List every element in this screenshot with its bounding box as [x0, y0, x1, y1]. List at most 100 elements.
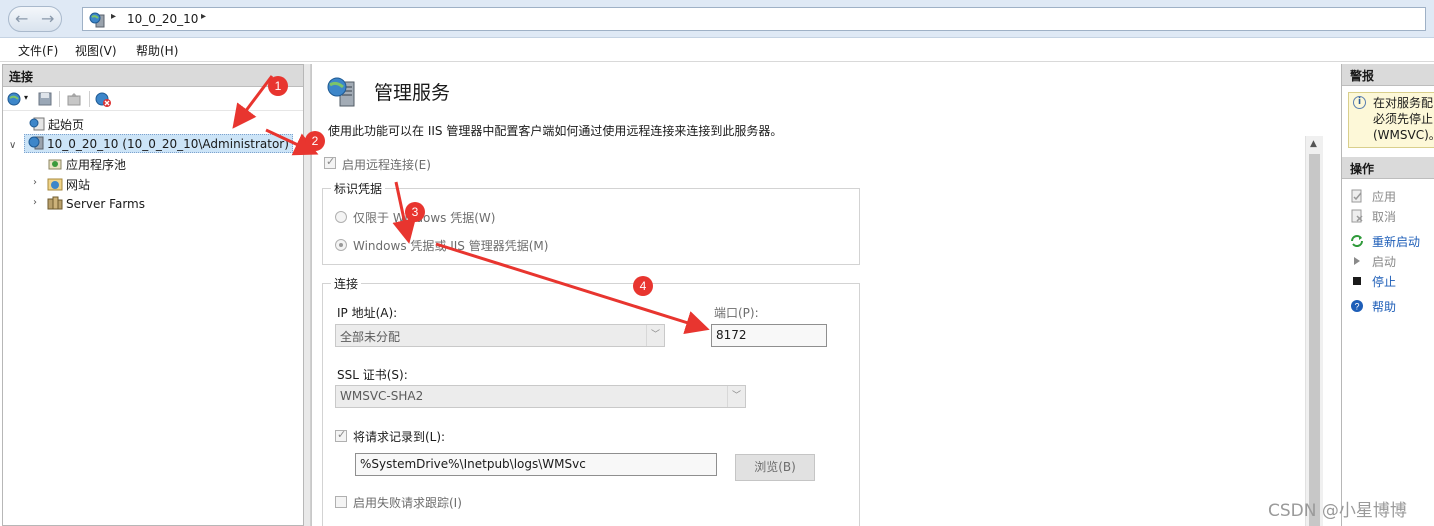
ip-address-select[interactable]: 全部未分配 ﹀: [335, 324, 665, 347]
expand-chevron-icon[interactable]: ›: [33, 197, 37, 208]
port-label: 端口(P):: [714, 306, 759, 320]
tree-label: 应用程序池: [66, 158, 127, 172]
management-service-icon: [327, 77, 355, 107]
alert-line: 必须先停止: [1373, 112, 1434, 126]
actions-header: 操作: [1342, 157, 1434, 179]
sites-icon: [47, 178, 63, 191]
action-apply[interactable]: 应用: [1350, 188, 1396, 205]
toolbar-separator: [89, 91, 90, 107]
dropdown-arrow-icon[interactable]: ▾: [24, 93, 28, 102]
breadcrumb-chevron-icon[interactable]: ▸: [201, 11, 206, 22]
toolbar-separator: [59, 91, 60, 107]
vertical-scrollbar[interactable]: ▲: [1305, 136, 1323, 526]
action-start[interactable]: 启动: [1350, 253, 1396, 270]
tree-item-server[interactable]: 10_0_20_10 (10_0_20_10\Administrator): [24, 134, 293, 153]
alert-line: (WMSVC)。: [1373, 128, 1434, 142]
cancel-icon: [1351, 209, 1363, 223]
apply-icon: [1351, 189, 1362, 203]
collapse-chevron-icon[interactable]: ∨: [9, 140, 16, 151]
up-level-icon[interactable]: [66, 91, 82, 107]
windows-only-radio[interactable]: [335, 211, 347, 223]
menu-bar: 文件(F) 视图(V) 帮助(H): [0, 38, 1434, 62]
log-path-input[interactable]: %SystemDrive%\Inetpub\logs\WMSvc: [355, 453, 717, 476]
expand-chevron-icon[interactable]: ›: [33, 177, 37, 188]
annotation-badge-2: 2: [305, 131, 325, 151]
tree-label: 网站: [66, 178, 91, 192]
tree-item-sites[interactable]: 网站: [47, 176, 90, 193]
enable-remote-checkbox[interactable]: [324, 155, 336, 169]
failed-tracing-checkbox[interactable]: [335, 496, 347, 508]
alert-line: 在对服务配: [1373, 96, 1434, 110]
windows-or-iis-radio[interactable]: [335, 239, 347, 251]
ip-address-value: 全部未分配: [340, 330, 401, 344]
forward-arrow-icon[interactable]: →: [41, 9, 54, 28]
management-service-page: 管理服务 使用此功能可以在 IIS 管理器中配置客户端如何通过使用远程连接来连接…: [311, 64, 1337, 526]
windows-or-iis-label[interactable]: Windows 凭据或 IIS 管理器凭据(M): [353, 237, 548, 254]
alert-text: 在对服务配 必须先停止 (WMSVC)。: [1373, 95, 1434, 143]
app-pool-icon: [48, 159, 62, 170]
identity-credentials-group: 标识凭据 仅限于 Windows 凭据(W) Windows 凭据或 IIS 管…: [322, 180, 860, 265]
back-arrow-icon[interactable]: ←: [15, 9, 28, 28]
log-requests-label[interactable]: 将请求记录到(L):: [353, 428, 445, 445]
menu-file[interactable]: 文件(F): [18, 42, 58, 59]
menu-view[interactable]: 视图(V): [75, 42, 117, 59]
address-bar: ← → ▸ 10_0_20_10 ▸: [0, 0, 1434, 38]
connection-group: 连接 IP 地址(A): 全部未分配 ﹀ 端口(P): 8172 SSL 证书(…: [322, 275, 860, 526]
action-cancel[interactable]: 取消: [1350, 208, 1396, 225]
action-label: 帮助: [1372, 300, 1397, 314]
breadcrumb-server[interactable]: 10_0_20_10: [127, 12, 198, 26]
tree-label: Server Farms: [66, 197, 145, 211]
server-farm-icon: [47, 196, 63, 210]
log-requests-checkbox[interactable]: [335, 428, 347, 442]
play-icon: [1354, 257, 1360, 265]
ssl-cert-select[interactable]: WMSVC-SHA2 ﹀: [335, 385, 746, 408]
group-title: 连接: [331, 275, 362, 292]
svg-text:?: ?: [1354, 302, 1359, 312]
ssl-cert-value: WMSVC-SHA2: [340, 389, 424, 403]
address-field[interactable]: ▸ 10_0_20_10 ▸: [82, 7, 1426, 31]
annotation-badge-3: 3: [405, 202, 425, 222]
action-restart[interactable]: 重新启动: [1350, 233, 1420, 250]
action-stop[interactable]: 停止: [1350, 273, 1396, 290]
action-label: 应用: [1372, 190, 1397, 204]
restart-icon: [1351, 235, 1363, 247]
tree-item-server-farms[interactable]: Server Farms: [47, 196, 145, 211]
ip-address-label: IP 地址(A):: [337, 306, 398, 320]
action-help[interactable]: ? 帮助: [1350, 298, 1396, 315]
action-label: 停止: [1372, 275, 1397, 289]
info-icon: i: [1353, 96, 1366, 109]
tree-item-start-page[interactable]: 起始页: [29, 116, 84, 133]
help-icon: ?: [1351, 300, 1363, 312]
tree-label: 起始页: [48, 118, 85, 132]
scrollbar-thumb[interactable]: [1309, 154, 1320, 526]
server-globe-icon: [28, 136, 44, 150]
page-description: 使用此功能可以在 IIS 管理器中配置客户端如何通过使用远程连接来连接到此服务器…: [328, 124, 783, 138]
connections-header: 连接: [3, 65, 303, 87]
start-page-icon: [29, 117, 45, 131]
scroll-up-icon[interactable]: ▲: [1310, 139, 1317, 149]
tree-label: 10_0_20_10 (10_0_20_10\Administrator): [47, 137, 289, 151]
alert-box: i 在对服务配 必须先停止 (WMSVC)。: [1348, 92, 1434, 148]
menu-help[interactable]: 帮助(H): [136, 42, 178, 59]
connections-toolbar: ▾: [3, 87, 303, 111]
chevron-down-icon[interactable]: ﹀: [727, 386, 745, 407]
annotation-badge-4: 4: [633, 276, 653, 296]
action-label: 启动: [1372, 255, 1397, 269]
action-label: 重新启动: [1372, 235, 1421, 249]
disconnect-icon[interactable]: [95, 91, 111, 107]
connections-pane: 连接 ▾ 起始页 ∨ 10_0_20_10 (10_0_20_10\Admini…: [2, 64, 304, 526]
save-icon[interactable]: [37, 91, 53, 107]
connect-globe-icon[interactable]: [7, 91, 23, 107]
browse-button[interactable]: 浏览(B): [735, 454, 815, 481]
back-forward-buttons[interactable]: ← →: [8, 6, 62, 32]
stop-icon: [1353, 277, 1361, 285]
server-globe-icon: [89, 12, 105, 28]
tree-item-app-pools[interactable]: 应用程序池: [47, 156, 126, 173]
failed-tracing-label[interactable]: 启用失败请求跟踪(I): [353, 494, 462, 511]
annotation-badge-1: 1: [268, 76, 288, 96]
port-input[interactable]: 8172: [711, 324, 827, 347]
chevron-down-icon[interactable]: ﹀: [646, 325, 664, 346]
breadcrumb-chevron-icon: ▸: [111, 11, 117, 22]
enable-remote-label[interactable]: 启用远程连接(E): [342, 156, 431, 173]
action-label: 取消: [1372, 210, 1397, 224]
